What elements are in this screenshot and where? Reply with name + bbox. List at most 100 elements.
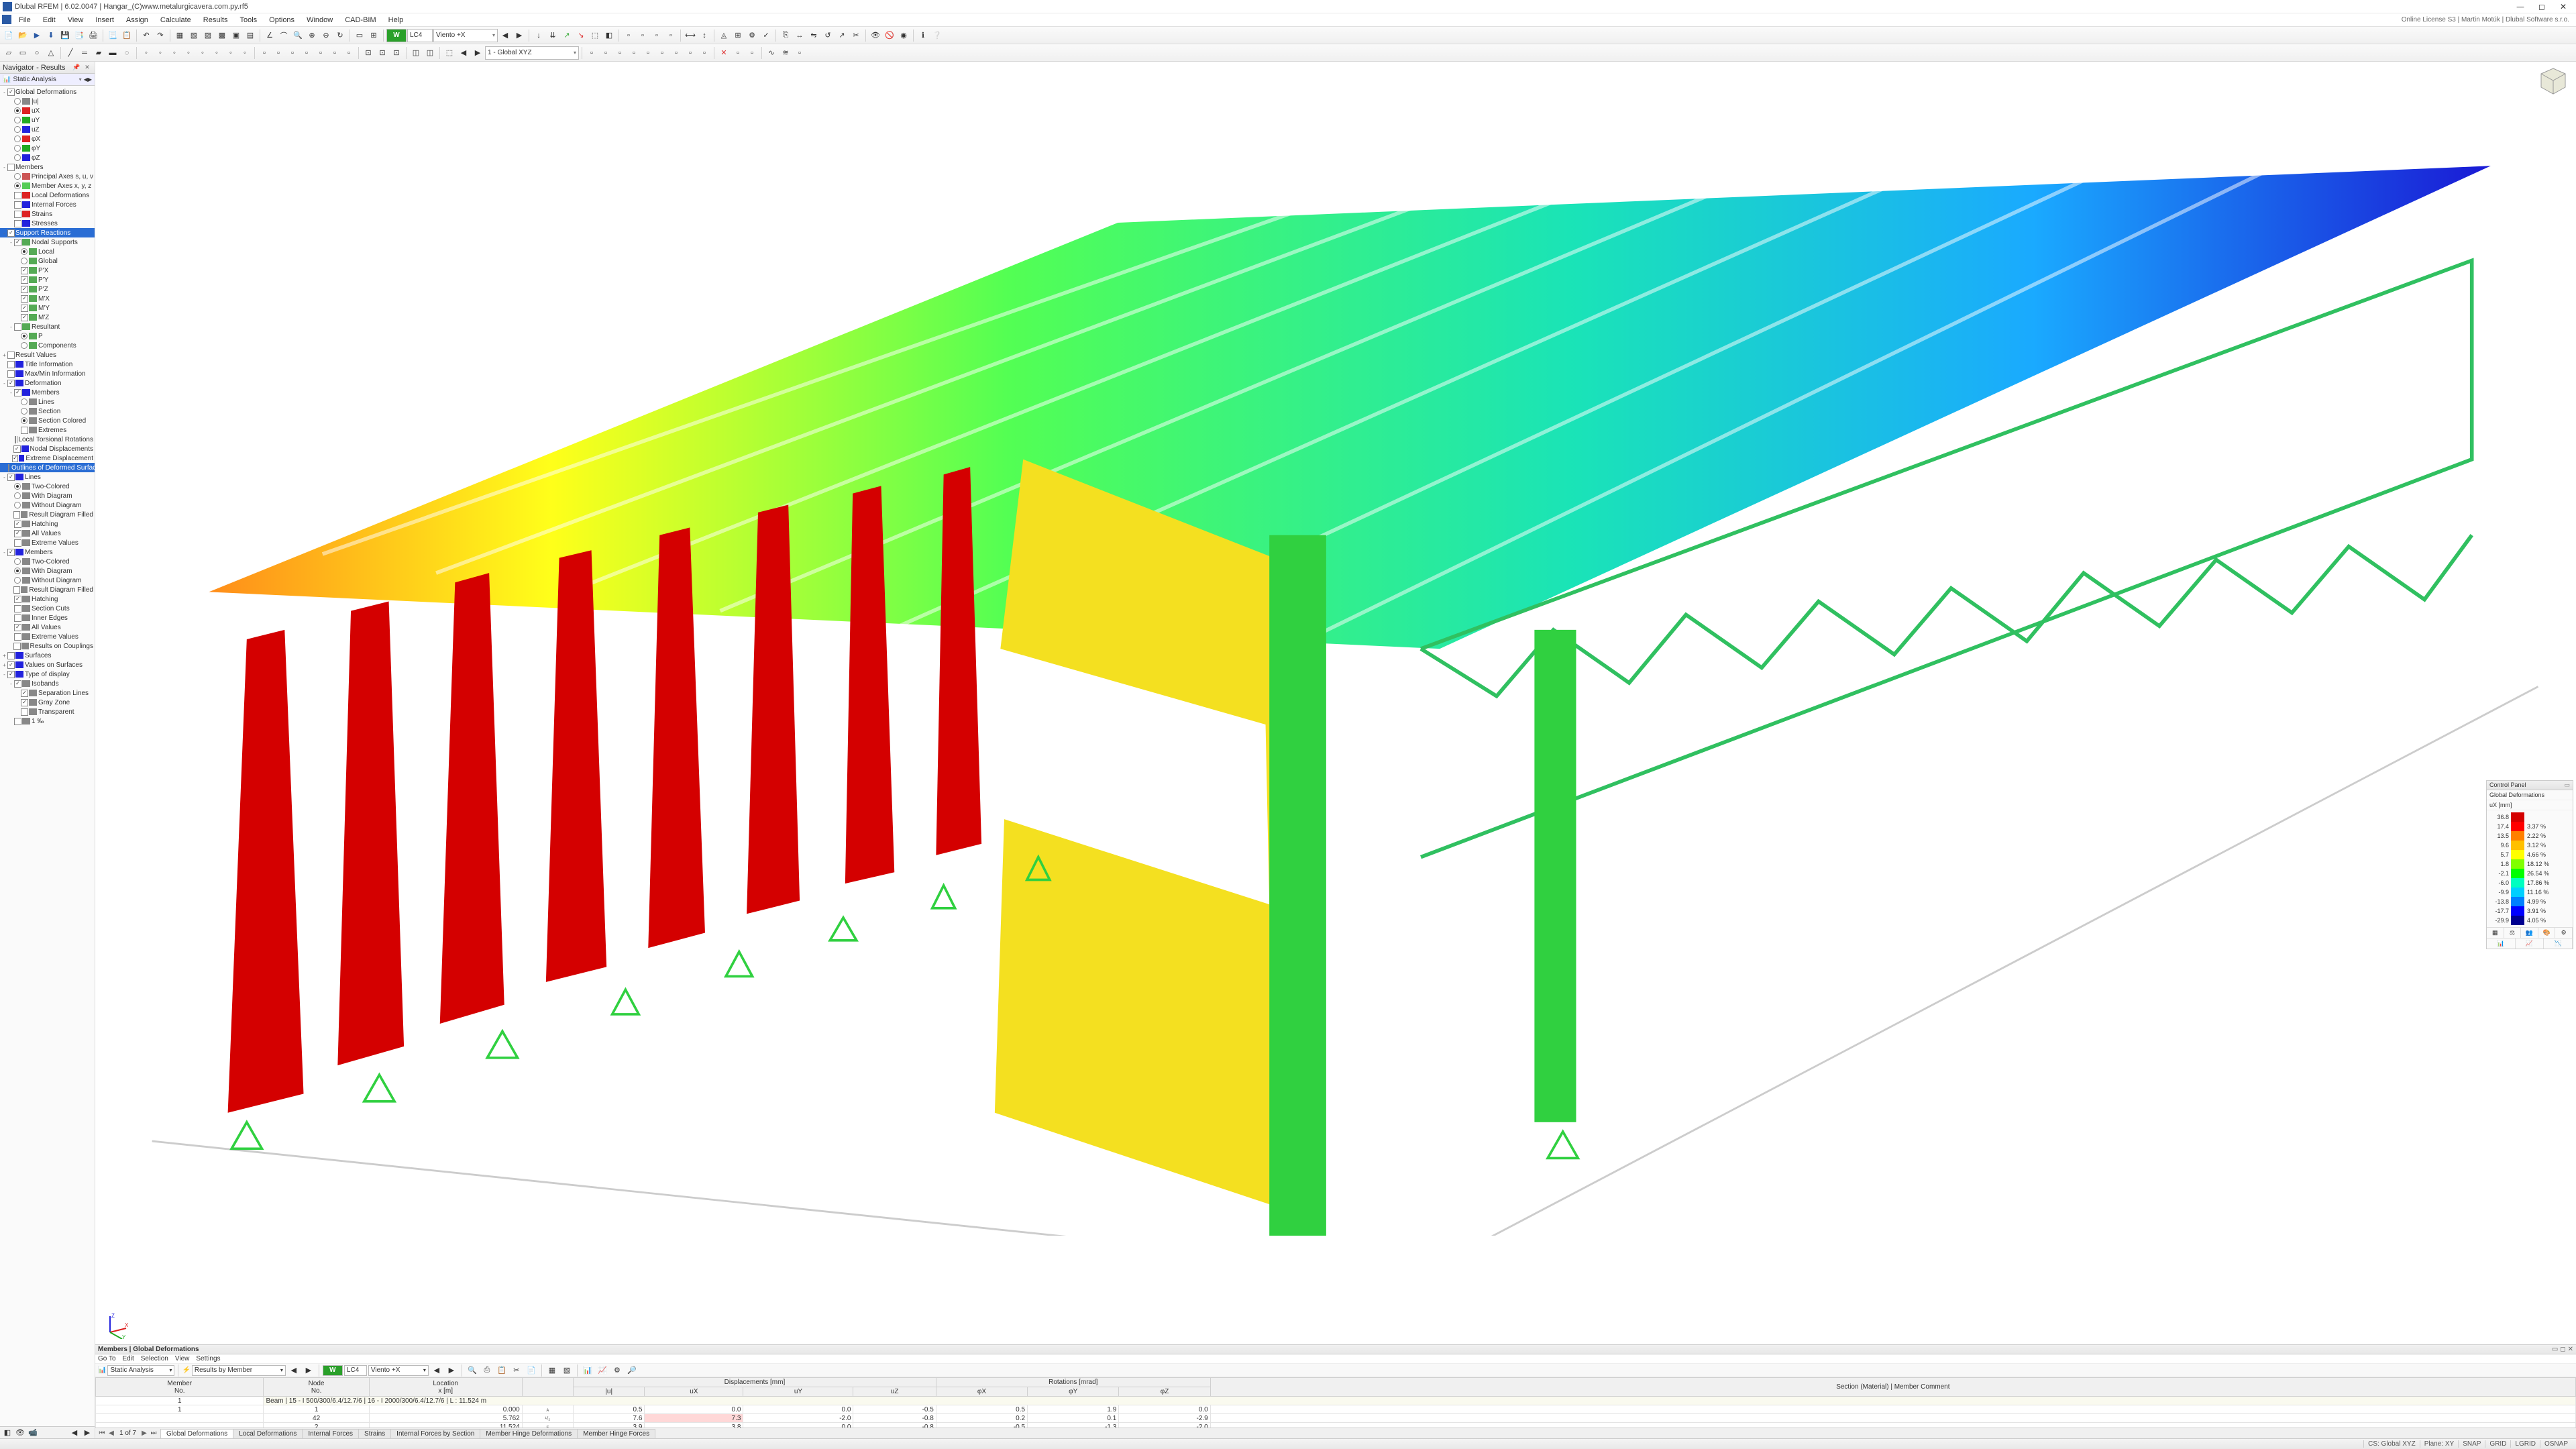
minimize-button[interactable]: — [2510,1,2530,13]
nav-ftab4-icon[interactable]: ◀ [69,1428,80,1438]
menu-assign[interactable]: Assign [121,15,154,25]
tree-item[interactable]: +Surfaces [0,651,95,660]
tree-item[interactable]: -Members [0,162,95,172]
radio[interactable] [21,333,28,339]
rot2-icon[interactable]: ↺ [821,29,835,42]
bp-next-icon[interactable]: ▶ [302,1364,315,1377]
cp-c3-icon[interactable]: 📉 [2544,938,2573,949]
i3-icon[interactable]: ▫ [613,46,627,60]
tree-item[interactable]: -Support Reactions [0,228,95,237]
n3-icon[interactable]: ▫ [650,29,663,42]
checkbox[interactable] [14,718,21,725]
tree-item[interactable]: Local Deformations [0,191,95,200]
g2-icon[interactable]: ⊡ [376,46,389,60]
radio[interactable] [21,417,28,424]
tree-item[interactable]: Components [0,341,95,350]
i7-icon[interactable]: ▫ [669,46,683,60]
tree-item[interactable]: -Deformation [0,378,95,388]
radio[interactable] [21,398,28,405]
tree-item[interactable]: Hatching [0,594,95,604]
radio[interactable] [14,568,21,574]
tree-item[interactable]: -Members [0,547,95,557]
sol-icon[interactable]: ▬ [106,46,119,60]
redo-icon[interactable]: ↷ [154,29,167,42]
tree-item[interactable]: Extreme Values [0,538,95,547]
menu-results[interactable]: Results [198,15,233,25]
bp-lc-name[interactable]: Viento +X▾ [368,1365,429,1376]
mem-icon[interactable]: ═ [78,46,91,60]
navigator-tree[interactable]: -Global Deformations|u|uXuYuZφXφYφZ-Memb… [0,86,95,1426]
checkbox[interactable] [21,267,28,274]
checkbox[interactable] [14,220,21,227]
radio[interactable] [14,145,21,152]
cp-b2-icon[interactable]: ⚖ [2504,928,2522,938]
bp-max-icon[interactable]: ◻ [2560,1346,2565,1353]
info-icon[interactable]: ℹ [916,29,930,42]
checkbox[interactable] [13,643,20,650]
iso-icon[interactable]: ◉ [897,29,910,42]
tree-item[interactable]: Local Torsional Rotations [0,435,95,444]
k3-icon[interactable]: ▫ [793,46,806,60]
tree-item[interactable]: Two-Colored [0,482,95,491]
pg-prev-icon[interactable]: ◀ [107,1430,115,1437]
mod2-icon[interactable]: ▧ [187,29,201,42]
h1-icon[interactable]: ◫ [409,46,423,60]
checkbox[interactable] [14,530,21,537]
ang2-icon[interactable]: ⌒ [277,29,290,42]
line-icon[interactable]: ╱ [64,46,77,60]
tree-item[interactable]: Inner Edges [0,613,95,623]
results-tab[interactable]: Member Hinge Deformations [480,1429,578,1438]
tree-item[interactable]: -Lines [0,472,95,482]
mod6-icon[interactable]: ▤ [244,29,257,42]
pg-first-icon[interactable]: ⏮ [98,1430,106,1437]
checkbox[interactable] [7,671,15,678]
n2-icon[interactable]: ▫ [636,29,649,42]
cp-b5-icon[interactable]: ⚙ [2555,928,2573,938]
undo-icon[interactable]: ↶ [140,29,153,42]
tree-item[interactable]: φY [0,144,95,153]
f1-icon[interactable]: ▫ [258,46,271,60]
tree-item[interactable]: Two-Colored [0,557,95,566]
menu-window[interactable]: Window [301,15,338,25]
i5-icon[interactable]: ▫ [641,46,655,60]
menu-edit[interactable]: Edit [38,15,61,25]
load1-icon[interactable]: ↓ [532,29,545,42]
checkbox[interactable] [21,690,28,697]
pg-last-icon[interactable]: ⏭ [150,1430,158,1437]
checkbox[interactable] [13,445,20,453]
nav-ftab2-icon[interactable]: 👁 [15,1428,25,1438]
tree-item[interactable]: Principal Axes s, u, v [0,172,95,181]
cp-b3-icon[interactable]: 👥 [2521,928,2538,938]
g3-icon[interactable]: ⊡ [390,46,403,60]
checkbox[interactable] [13,511,20,519]
checkbox[interactable] [14,521,21,528]
vis-icon[interactable]: 👁 [869,29,882,42]
tree-item[interactable]: Outlines of Deformed Surfaces [0,463,95,472]
tree-item[interactable]: Hatching [0,519,95,529]
lay1-icon[interactable]: ▭ [353,29,366,42]
radio[interactable] [14,483,21,490]
tree-item[interactable]: Extremes [0,425,95,435]
f7-icon[interactable]: ▫ [342,46,356,60]
tree-item[interactable]: With Diagram [0,491,95,500]
tree-item[interactable]: P'Z [0,284,95,294]
tree-item[interactable]: φZ [0,153,95,162]
tree-item[interactable]: Section Colored [0,416,95,425]
results-tab[interactable]: Global Deformations [160,1429,233,1438]
tree-item[interactable]: Strains [0,209,95,219]
tree-item[interactable]: uZ [0,125,95,134]
checkbox[interactable] [21,314,28,321]
checkbox[interactable] [14,680,21,688]
checkbox[interactable] [14,605,21,612]
bpt8-icon[interactable]: 📊 [581,1364,594,1377]
bp-close-icon[interactable]: ✕ [2568,1346,2573,1353]
sup-icon[interactable]: ◬ [717,29,731,42]
j2-icon[interactable]: ▫ [745,46,759,60]
status-toggle-grid[interactable]: GRID [2485,1440,2510,1448]
tree-item[interactable]: Member Axes x, y, z [0,181,95,191]
zoom-prev-icon[interactable]: ⊖ [319,29,333,42]
control-panel-close-icon[interactable]: ▭ [2564,782,2570,789]
nav-pin-icon[interactable]: 📌 [72,64,81,72]
j1-icon[interactable]: ▫ [731,46,745,60]
f5-icon[interactable]: ▫ [314,46,327,60]
